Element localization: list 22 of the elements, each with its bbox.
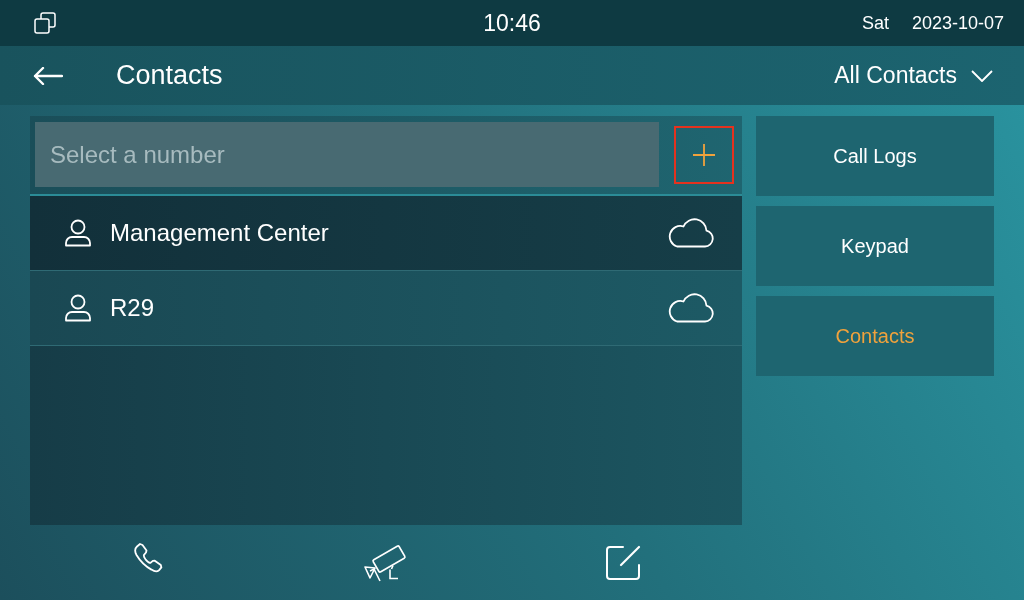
chevron-down-icon [971,69,993,82]
overlapping-squares-icon[interactable] [34,12,56,34]
edit-icon[interactable] [605,544,642,581]
add-button[interactable] [674,125,734,184]
page-title: Contacts [116,60,223,91]
nav-button[interactable]: Keypad [756,206,994,286]
contact-row[interactable]: Management Center [30,196,742,271]
number-search-field[interactable]: Select a number [35,122,659,187]
contact-name: Management Center [110,219,329,247]
cloud-icon [666,218,714,248]
person-icon [64,219,92,247]
date-text: 2023-10-07 [911,12,1004,34]
contact-name: R29 [110,294,155,322]
cloud-icon [666,293,714,323]
person-icon [64,294,92,322]
nav-button[interactable]: Call Logs [756,116,994,196]
clock-time: 10:46 [482,9,542,37]
plus-icon [692,142,716,167]
filter-dropdown[interactable]: All Contacts [834,62,993,89]
weekday-text: Sat [861,12,889,34]
contact-row[interactable]: R29 [30,271,742,346]
back-arrow-icon[interactable] [33,66,63,85]
